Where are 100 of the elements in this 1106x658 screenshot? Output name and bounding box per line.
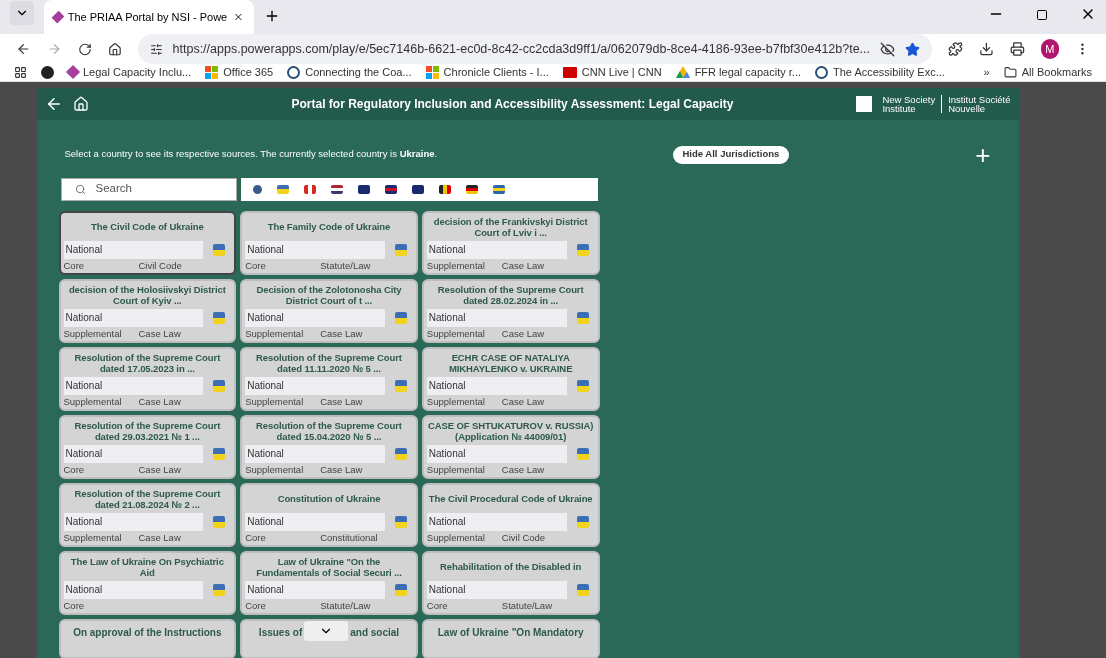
jurisdiction-level-field: National: [245, 376, 385, 395]
flag-icon[interactable]: [357, 184, 370, 194]
home-icon[interactable]: [107, 41, 122, 57]
back-icon[interactable]: [16, 41, 31, 57]
add-button[interactable]: +: [975, 141, 991, 168]
bookmark-item[interactable]: CNN Live | CNN: [562, 64, 662, 81]
flag-icon[interactable]: [465, 184, 478, 194]
jurisdiction-level-field: National: [245, 512, 385, 531]
all-bookmarks-link[interactable]: All Bookmarks: [1003, 64, 1092, 81]
tier-label: Supplemental: [426, 462, 486, 477]
site-settings-icon[interactable]: [149, 42, 163, 56]
jurisdiction-level-field: National: [63, 376, 204, 395]
star-icon[interactable]: [905, 41, 921, 57]
source-card[interactable]: Resolution of the Supreme Court dated 15.04.2020 № 5 ... National Supplemental Case Law: [240, 414, 418, 479]
source-card[interactable]: Issues of and social: [240, 618, 418, 658]
flag-icon[interactable]: [330, 184, 343, 194]
tier-label: Supplemental: [426, 530, 486, 545]
source-type-label: Constitutional: [320, 530, 378, 545]
printer-icon[interactable]: [1009, 41, 1025, 57]
download-icon[interactable]: [978, 41, 994, 57]
source-type-label: Civil Code: [501, 530, 546, 545]
tier-label: Core: [63, 598, 86, 613]
source-card[interactable]: Resolution of the Supreme Court dated 11.11.2020 № 5 ... National Supplemental Case Law: [240, 346, 418, 411]
tier-label: Core: [63, 462, 86, 477]
tier-label: Supplemental: [426, 258, 486, 273]
card-title: On approval of the Instructions: [73, 625, 222, 640]
more-bookmarks-button[interactable]: »: [983, 64, 990, 81]
source-card[interactable]: decision of the Frankivskyi District Court of Lviv i ... National Supplemental Case Law: [421, 210, 600, 275]
card-title: Resolution of the Supreme Court dated 11.11.2020 № 5 ...: [255, 351, 403, 374]
flag-icon[interactable]: [438, 184, 451, 194]
source-card[interactable]: decision of the Holosiivskyi District Court of Kyiv ... National Supplemental Case Law: [58, 278, 237, 343]
source-card[interactable]: Law of Ukraine "On Mandatory: [421, 618, 600, 658]
source-card[interactable]: Resolution of the Supreme Court dated 29.03.2021 № 1 ... National Core Case Law: [58, 414, 237, 479]
source-card[interactable]: CASE OF SHTUKATUROV v. RUSSIA) (Application № 44009/01) National Supplemental Case Law: [421, 414, 600, 479]
tier-label: Supplemental: [63, 394, 123, 409]
maximize-icon[interactable]: [1036, 9, 1048, 21]
tier-label: Core: [245, 530, 267, 545]
bookmark-item[interactable]: The Accessibility Exc...: [815, 64, 945, 81]
logo-text: New Society Institute: [882, 94, 943, 113]
new-tab-icon[interactable]: [264, 8, 280, 24]
card-title: ECHR CASE OF NATALIYA MIKHAYLENKO v. UKRAINE: [447, 351, 574, 374]
jurisdiction-level-field: National: [245, 444, 385, 463]
instruction-text: Select a country to see its respective sources. The currently selected country is Ukraine.: [64, 147, 439, 162]
card-title: decision of the Holosiivskyi District Court of Kyiv ...: [67, 283, 227, 306]
card-title: The Civil Code of Ukraine: [91, 221, 204, 232]
card-title: Resolution of the Supreme Court dated 21.08.2024 № 2 ...: [73, 487, 222, 510]
bookmark-item[interactable]: Office 365: [205, 64, 274, 81]
tier-label: Core: [63, 258, 86, 273]
source-card[interactable]: Resolution of the Supreme Court dated 21.08.2024 № 2 ... National Supplemental Case Law: [58, 482, 237, 547]
source-card[interactable]: Resolution of the Supreme Court dated 28.02.2024 in ... National Supplemental Case Law: [421, 278, 600, 343]
flag-icon[interactable]: [384, 184, 397, 194]
source-card[interactable]: The Civil Procedural Code of Ukraine National Supplemental Civil Code: [421, 482, 600, 547]
triangle-icon: [675, 66, 690, 79]
source-type-label: Case Law: [138, 530, 181, 545]
jurisdiction-level-field: National: [426, 580, 567, 599]
source-card[interactable]: The Family Code of Ukraine National Core Statute/Law: [240, 210, 418, 275]
source-card[interactable]: On approval of the Instructions: [58, 618, 237, 658]
source-type-label: Statute/Law: [320, 258, 371, 273]
bookmark-item[interactable]: Legal Capacity Inclu...: [68, 64, 192, 81]
source-type-label: Case Law: [501, 326, 545, 341]
profile-avatar[interactable]: M: [1040, 39, 1060, 59]
puzzle-icon[interactable]: [948, 41, 963, 57]
eye-off-icon[interactable]: [880, 41, 896, 57]
reload-icon[interactable]: [77, 41, 92, 57]
source-card[interactable]: Rehabilitation of the Disabled in National Core Statute/Law: [421, 550, 600, 615]
source-card[interactable]: The Civil Code of Ukraine National Core Civil Code: [58, 210, 237, 275]
circle-logo-icon[interactable]: [41, 65, 54, 79]
source-type-label: Case Law: [501, 394, 545, 409]
source-type-label: Case Law: [501, 462, 545, 477]
source-card[interactable]: Law of Ukraine "On the Fundamentals of Social Securi ... National Core Statute/Law: [240, 550, 418, 615]
card-title: decision of the Frankivskyi District Court of Lviv i ...: [432, 215, 589, 238]
globe-icon[interactable]: [252, 184, 262, 194]
jurisdiction-level-field: National: [426, 444, 567, 463]
source-type-label: Case Law: [320, 326, 363, 341]
jurisdiction-level-field: National: [63, 580, 204, 599]
home-icon[interactable]: [72, 95, 89, 112]
bookmark-item[interactable]: Connecting the Coa...: [287, 64, 412, 81]
apps-grid-icon[interactable]: [14, 65, 27, 79]
source-card[interactable]: The Law of Ukraine On Psychiatric Aid National Core: [58, 550, 237, 615]
flag-icon[interactable]: [411, 184, 424, 194]
source-card[interactable]: Constitution of Ukraine National Core Constitutional: [240, 482, 418, 547]
tier-label: Supplemental: [63, 326, 123, 341]
address-bar[interactable]: https://apps.powerapps.com/play/e/5ec7146b-6621-ec0d-8c42-cc2cda3d9ff1/a/062079db-8ce4-4186-93ee-b7fbf30e412b?te...: [137, 34, 933, 64]
browser-tab[interactable]: The PRIAA Portal by NSI - Powe: [44, 0, 254, 34]
tier-label: Supplemental: [245, 462, 305, 477]
hide-jurisdictions-button[interactable]: Hide All Jurisdictions: [672, 145, 790, 164]
bookmark-item[interactable]: FFR legal capacity r...: [675, 64, 801, 81]
source-card[interactable]: ECHR CASE OF NATALIYA MIKHAYLENKO v. UKRAINE National Supplemental Case Law: [421, 346, 600, 411]
source-card[interactable]: Decision of the Zolotonosha City District Court of t ... National Supplemental Case Law: [240, 278, 418, 343]
card-title: and social: [350, 625, 400, 640]
app-title: Portal for Regulatory Inclusion and Accessibility Assessment: Legal Capacity: [290, 95, 735, 113]
source-card[interactable]: Resolution of the Supreme Court dated 17.05.2023 in ... National Supplemental Case Law: [58, 346, 237, 411]
card-title: Issues of: [258, 625, 303, 640]
search-field[interactable]: Search: [60, 177, 237, 201]
jurisdiction-level-field: National: [426, 512, 567, 531]
cnn-logo-icon: [562, 66, 577, 78]
source-type-label: Statute/Law: [320, 598, 371, 613]
source-type-label: Case Law: [501, 258, 545, 273]
tab-list-button[interactable]: [10, 1, 34, 25]
bookmark-item[interactable]: Chronicle Clients - I...: [425, 64, 549, 81]
